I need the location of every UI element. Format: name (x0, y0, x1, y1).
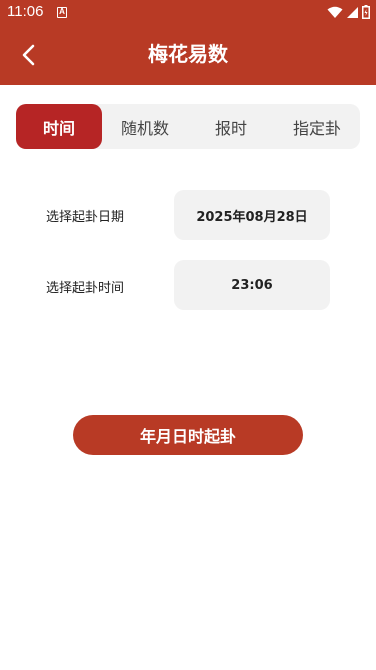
app-header: 11:06 A 梅花易数 (0, 0, 376, 85)
battery-icon (362, 5, 370, 19)
wifi-icon (327, 6, 343, 18)
system-icons (327, 4, 370, 20)
date-picker[interactable]: 2025年08月28日 (174, 190, 330, 240)
status-bar: 11:06 A (0, 0, 376, 26)
mode-tab-bar: 时间 随机数 报时 指定卦 (16, 104, 360, 149)
status-time: 11:06 (7, 3, 44, 20)
tab-time[interactable]: 时间 (16, 104, 102, 149)
cast-hexagram-button[interactable]: 年月日时起卦 (73, 415, 303, 455)
time-label: 选择起卦时间 (46, 281, 125, 296)
time-picker[interactable]: 23:06 (174, 260, 330, 310)
signal-icon (347, 6, 358, 18)
date-label: 选择起卦日期 (46, 210, 125, 225)
page-title: 梅花易数 (148, 42, 228, 66)
notification-a-icon: A (57, 7, 67, 18)
tab-random-number[interactable]: 随机数 (102, 104, 188, 149)
tab-report-time[interactable]: 报时 (188, 104, 274, 149)
tab-specified-hexagram[interactable]: 指定卦 (274, 104, 360, 149)
